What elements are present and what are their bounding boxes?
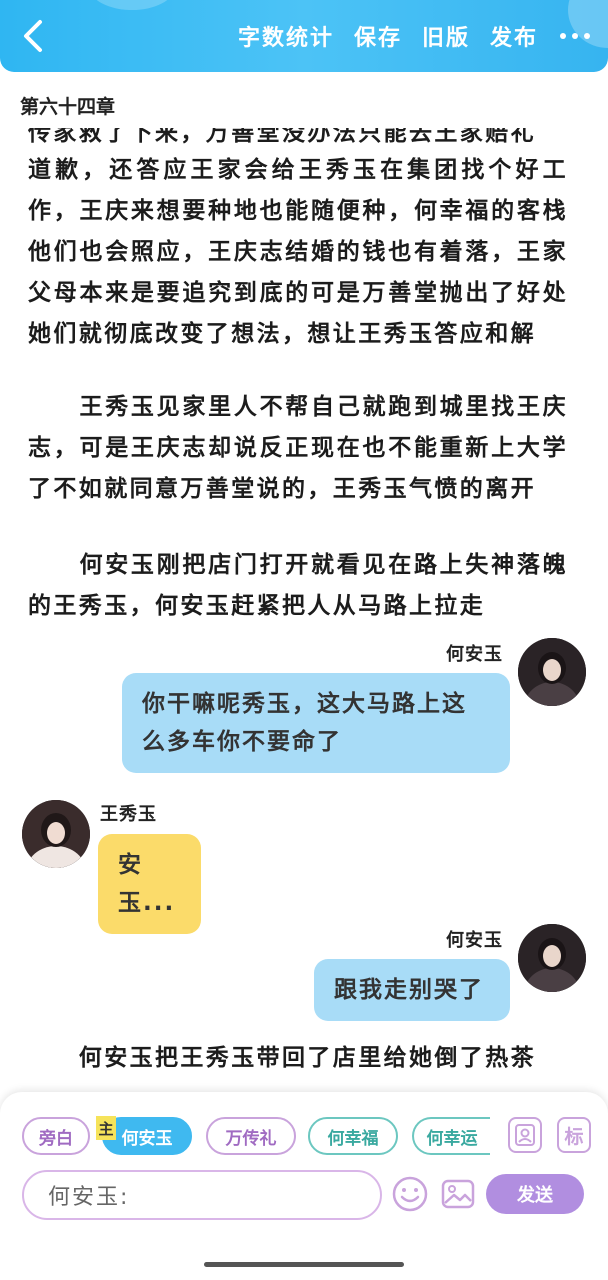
more-icon[interactable] (560, 33, 590, 39)
word-count-button[interactable]: 字数统计 (238, 20, 334, 52)
chapter-title: 第六十四章 (20, 96, 116, 118)
add-role-icon[interactable] (508, 1117, 542, 1153)
send-button[interactable]: 发送 (486, 1174, 584, 1214)
tag-icon[interactable]: 标 (557, 1117, 591, 1153)
chevron-left-icon (24, 20, 42, 52)
save-button[interactable]: 保存 (354, 20, 402, 52)
avatar[interactable] (22, 800, 90, 868)
header-actions: 字数统计 保存 旧版 发布 (218, 14, 590, 58)
role-chip-narrator[interactable]: 旁白 (22, 1117, 90, 1155)
speaker-name: 何安玉 (446, 644, 503, 665)
host-badge: 主 (96, 1116, 116, 1140)
speaker-name: 王秀玉 (100, 804, 157, 825)
story-paragraph: 何安玉刚把店门打开就看见在路上失神落魄的王秀玉，何安玉赶紧把人从马路上拉走 (28, 552, 568, 619)
chat-bubble: 你干嘛呢秀玉，这大马路上这么多车你不要命了 (122, 673, 510, 773)
speaker-name: 何安玉 (446, 930, 503, 951)
role-chip-he-xingyun[interactable]: 何幸运 (412, 1117, 490, 1155)
decor-bubble (90, 0, 174, 10)
role-chip-he-xingfu[interactable]: 何幸福 (308, 1117, 398, 1155)
old-version-button[interactable]: 旧版 (422, 20, 470, 52)
avatar[interactable] (518, 638, 586, 706)
top-bar: 字数统计 保存 旧版 发布 (0, 0, 608, 72)
chat-bubble: 安玉... (98, 834, 201, 934)
chat-bubble: 跟我走别哭了 (314, 959, 510, 1021)
home-indicator (204, 1262, 404, 1267)
image-icon[interactable] (440, 1176, 476, 1212)
publish-button[interactable]: 发布 (490, 20, 538, 52)
role-chip-wan-chuanli[interactable]: 万传礼 (206, 1117, 296, 1155)
story-paragraph: 王秀玉见家里人不帮自己就跑到城里找王庆志，可是王庆志却说反正现在也不能重新上大学… (28, 394, 568, 502)
message-input[interactable]: 何安玉: (22, 1170, 382, 1220)
emoji-icon[interactable] (392, 1176, 428, 1212)
story-paragraph: 何安玉把王秀玉带回了店里给她倒了热茶 (28, 1045, 536, 1071)
back-button[interactable] (16, 16, 52, 56)
story-paragraph: 道歉，还答应王家会给王秀玉在集团找个好工作，王庆来想要种地也能随便种，何幸福的客… (28, 157, 568, 347)
avatar[interactable] (518, 924, 586, 992)
